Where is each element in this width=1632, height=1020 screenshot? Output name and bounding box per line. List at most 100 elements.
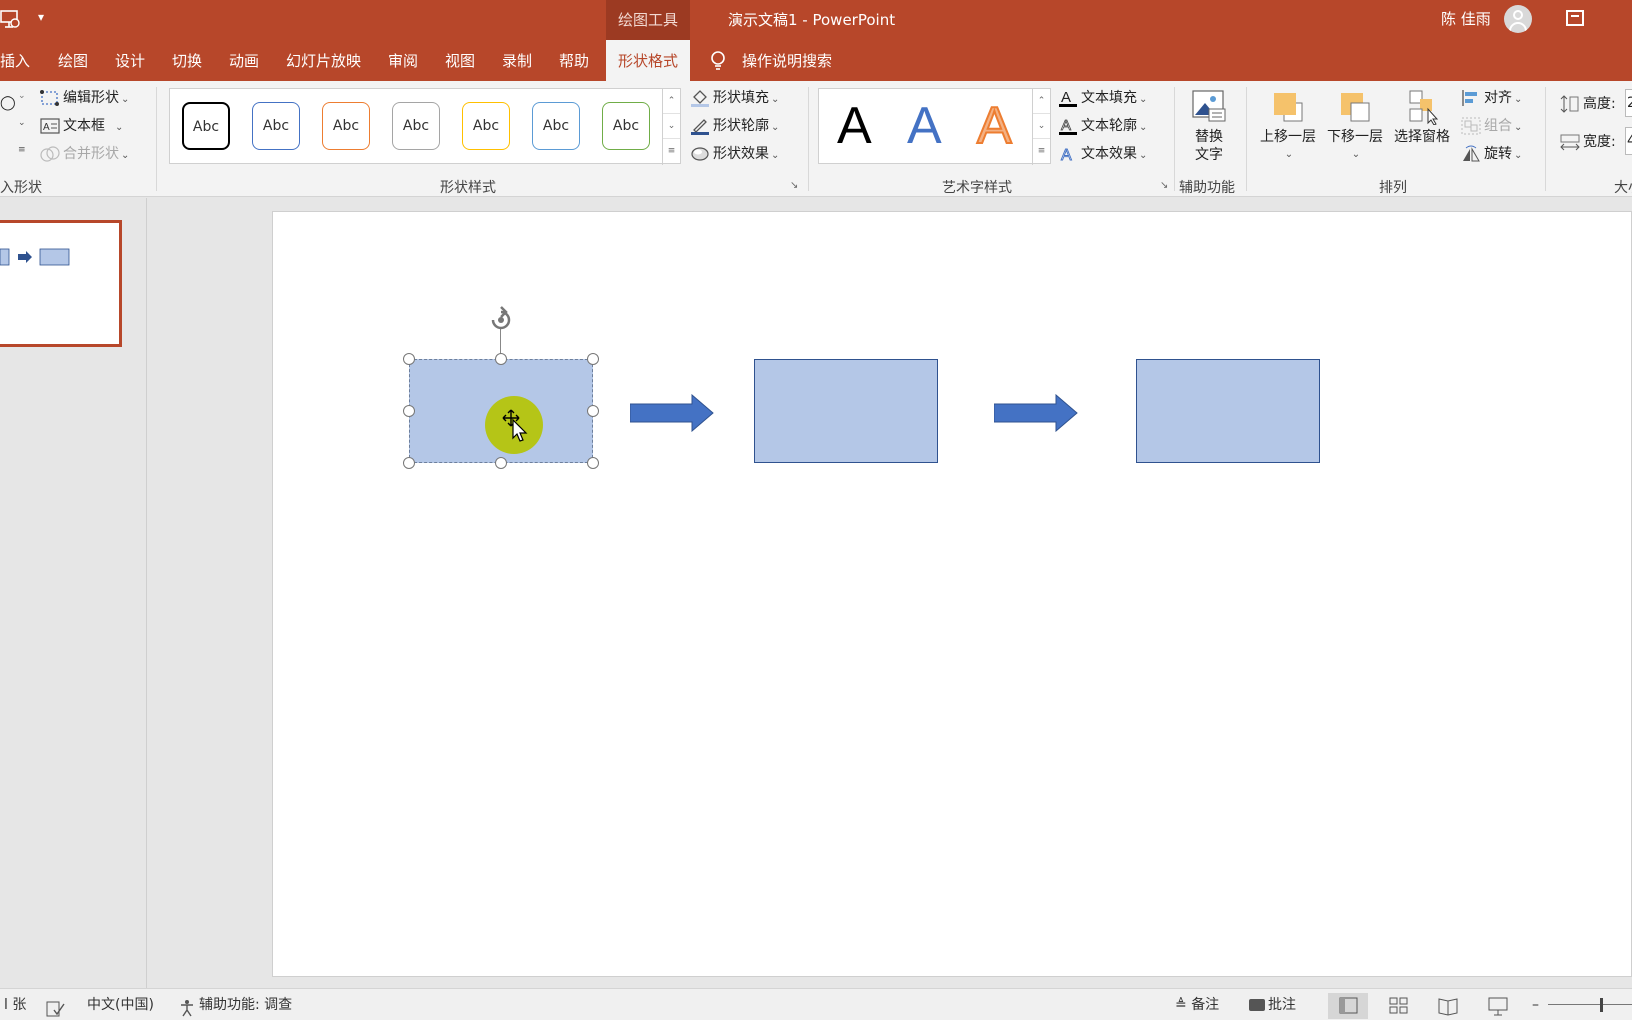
tab-design[interactable]: 设计 [115,40,145,81]
alt-text-button[interactable]: 替换 文字 [1186,89,1232,164]
group-label-accessibility: 辅助功能 [1179,180,1235,196]
customize-quick-access-icon[interactable]: ▾ [38,10,44,24]
resize-handle-top-right[interactable] [587,353,599,365]
user-name[interactable]: 陈 佳雨 [1441,0,1491,38]
shape-style-preset[interactable]: Abc [252,102,300,150]
drawing-tools-context-title: 绘图工具 [606,0,690,40]
wordart-more-icon[interactable]: ≡ [1033,139,1050,164]
lightbulb-icon[interactable] [708,50,728,72]
resize-handle-bottom[interactable] [495,457,507,469]
align-button[interactable]: 对齐 ⌄ [1461,87,1522,107]
shapes-scroll-up-icon[interactable]: ⌄ [18,91,26,101]
rectangle-shape[interactable] [754,359,938,463]
resize-handle-bottom-left[interactable] [403,457,415,469]
selection-pane-button[interactable]: 选择窗格 [1390,89,1454,146]
tab-record[interactable]: 录制 [502,40,532,81]
send-backward-label: 下移一层 [1327,129,1383,145]
slideshow-view-button[interactable] [1478,993,1518,1019]
resize-handle-top-left[interactable] [403,353,415,365]
gallery-more-icon[interactable]: ≡ [663,139,680,164]
text-box-button[interactable]: A 文本框 ⌄ [40,115,123,135]
rectangle-shape[interactable] [1136,359,1320,463]
shapes-more-icon[interactable]: ≡ [18,145,26,155]
accessibility-icon[interactable] [178,997,196,1017]
shape-style-preset[interactable]: Abc [532,102,580,150]
resize-handle-bottom-right[interactable] [587,457,599,469]
tab-insert[interactable]: 插入 [0,40,30,81]
language-indicator[interactable]: 中文(中国) [87,989,154,1020]
tab-review[interactable]: 审阅 [388,40,418,81]
shape-fill-button[interactable]: 形状填充 ⌄ [690,87,779,107]
spell-check-icon[interactable] [46,997,66,1017]
tab-view[interactable]: 视图 [445,40,475,81]
wordart-preset-plain[interactable]: A [837,91,872,161]
start-from-beginning-icon[interactable] [0,8,22,34]
merge-shapes-button[interactable]: 合并形状 ⌄ [40,143,129,163]
rotate-button[interactable]: 旋转 ⌄ [1461,143,1522,163]
accessibility-status[interactable]: 辅助功能: 调查 [199,989,292,1020]
comments-button[interactable]: 批注 [1249,989,1296,1020]
tab-transitions[interactable]: 切换 [172,40,202,81]
right-arrow-shape[interactable] [629,393,714,433]
wordart-gallery-scrollbar[interactable]: ⌃ ⌄ ≡ [1032,89,1050,165]
slide-thumbnail[interactable] [0,220,122,347]
tab-draw[interactable]: 绘图 [58,40,88,81]
slide-canvas[interactable] [272,211,1632,977]
shape-style-preset[interactable]: Abc [182,102,230,150]
right-arrow-shape[interactable] [993,393,1078,433]
zoom-slider-thumb[interactable] [1600,998,1603,1012]
gallery-scrollbar[interactable]: ⌃ ⌄ ≡ [662,89,680,165]
shape-outline-button[interactable]: 形状轮廓 ⌄ [690,115,779,135]
tab-animations[interactable]: 动画 [229,40,259,81]
width-input[interactable]: 4 [1625,127,1632,155]
tab-help[interactable]: 帮助 [559,40,589,81]
shape-oval-icon[interactable]: ◯ [0,95,16,111]
wordart-dialog-launcher-icon[interactable]: ↘ [1160,180,1168,191]
reading-view-button[interactable] [1428,993,1468,1019]
slideshow-icon [1488,997,1508,1016]
pen-icon [690,117,710,135]
avatar[interactable] [1504,5,1532,33]
group-separator [1174,87,1175,191]
gallery-scroll-up-icon[interactable]: ⌃ [663,89,680,114]
rotate-handle-icon[interactable] [485,304,517,336]
zoom-out-button[interactable]: – [1532,989,1539,1020]
text-outline-button[interactable]: A 文本轮廓 ⌄ [1058,115,1147,135]
text-effects-button[interactable]: A 文本效果 ⌄ [1058,143,1148,164]
height-input[interactable]: 2 [1625,89,1632,117]
height-field-label: 高度: [1560,93,1616,113]
tell-me-search[interactable]: 操作说明搜索 [742,40,832,81]
shape-style-preset[interactable]: Abc [392,102,440,150]
shapes-scroll-down-icon[interactable]: ⌄ [18,118,26,128]
gallery-scroll-down-icon[interactable]: ⌄ [663,114,680,139]
slide-sorter-view-button[interactable] [1378,993,1418,1019]
shape-styles-dialog-launcher-icon[interactable]: ↘ [790,180,798,191]
group-button[interactable]: 组合 ⌄ [1461,115,1522,135]
text-fill-button[interactable]: A 文本填充 ⌄ [1058,87,1147,107]
resize-handle-left[interactable] [403,405,415,417]
notes-button[interactable]: ≜ 备注 [1175,989,1219,1020]
shape-style-preset[interactable]: Abc [462,102,510,150]
send-backward-button[interactable]: 下移一层 ⌄ [1323,89,1387,164]
resize-handle-right[interactable] [587,405,599,417]
ribbon-display-options-icon[interactable] [1566,10,1584,26]
tab-shape-format[interactable]: 形状格式 [606,40,691,81]
selection-pane-label: 选择窗格 [1394,129,1450,145]
zoom-slider[interactable] [1548,1004,1632,1005]
wordart-preset-orange-outline[interactable]: A [976,91,1013,161]
shape-style-preset[interactable]: Abc [602,102,650,150]
wordart-scroll-up-icon[interactable]: ⌃ [1033,89,1050,114]
slide-count-text[interactable]: l 张 [4,989,26,1020]
wordart-preset-blue[interactable]: A [907,91,942,161]
tab-slideshow[interactable]: 幻灯片放映 [286,40,361,81]
group-separator [156,87,157,191]
edit-shape-button[interactable]: 编辑形状 ⌄ [40,87,129,107]
send-backward-chevron-icon[interactable]: ⌄ [1325,146,1387,164]
bring-forward-chevron-icon[interactable]: ⌄ [1258,146,1320,164]
shape-style-preset[interactable]: Abc [322,102,370,150]
bring-forward-button[interactable]: 上移一层 ⌄ [1256,89,1320,164]
wordart-scroll-down-icon[interactable]: ⌄ [1033,114,1050,139]
resize-handle-top[interactable] [495,353,507,365]
shape-effects-button[interactable]: 形状效果 ⌄ [690,143,779,163]
normal-view-button[interactable] [1328,993,1368,1019]
